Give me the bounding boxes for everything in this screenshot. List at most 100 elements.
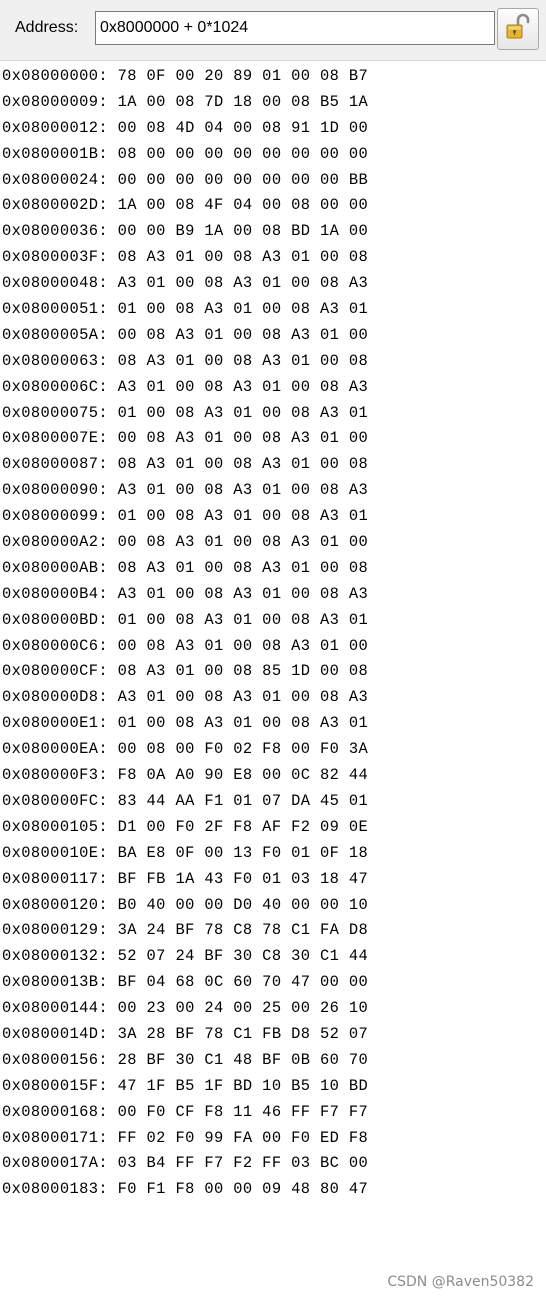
row-bytes: A3 01 00 08 A3 01 00 08 A3: [117, 688, 369, 707]
memory-row: 0x08000009: 1A 00 08 7D 18 00 08 B5 1A: [2, 90, 546, 116]
row-address: 0x08000075:: [2, 403, 108, 422]
row-bytes: 83 44 AA F1 01 07 DA 45 01: [117, 791, 369, 810]
row-address: 0x08000099:: [2, 507, 108, 526]
row-address: 0x08000036:: [2, 222, 108, 241]
row-bytes: A3 01 00 08 A3 01 00 08 A3: [117, 377, 369, 396]
row-bytes: 00 00 00 00 00 00 00 00 BB: [117, 170, 369, 189]
watermark-text: CSDN @Raven50382: [387, 1274, 534, 1290]
row-bytes: BF FB 1A 43 F0 01 03 18 47: [117, 869, 369, 888]
row-address: 0x0800007E:: [2, 429, 108, 448]
memory-row: 0x080000CF: 08 A3 01 00 08 85 1D 00 08: [2, 659, 546, 685]
row-bytes: 00 F0 CF F8 11 46 FF F7 F7: [117, 1102, 369, 1121]
row-address: 0x0800014D:: [2, 1024, 108, 1043]
row-address: 0x08000117:: [2, 869, 108, 888]
row-address: 0x08000144:: [2, 999, 108, 1018]
row-bytes: BA E8 0F 00 13 F0 01 0F 18: [117, 843, 369, 862]
memory-row: 0x0800007E: 00 08 A3 01 00 08 A3 01 00: [2, 426, 546, 452]
row-address: 0x08000171:: [2, 1128, 108, 1147]
row-bytes: 08 00 00 00 00 00 00 00 00: [117, 144, 369, 163]
row-bytes: F8 0A A0 90 E8 00 0C 82 44: [117, 766, 369, 785]
row-address: 0x080000CF:: [2, 662, 108, 681]
memory-row: 0x0800002D: 1A 00 08 4F 04 00 08 00 00: [2, 193, 546, 219]
row-bytes: BF 04 68 0C 60 70 47 00 00: [117, 973, 369, 992]
row-address: 0x0800001B:: [2, 144, 108, 163]
row-address: 0x080000C6:: [2, 636, 108, 655]
row-bytes: 00 08 4D 04 00 08 91 1D 00: [117, 118, 369, 137]
row-bytes: 01 00 08 A3 01 00 08 A3 01: [117, 300, 369, 319]
memory-row: 0x08000063: 08 A3 01 00 08 A3 01 00 08: [2, 349, 546, 375]
row-address: 0x08000048:: [2, 274, 108, 293]
row-bytes: 08 A3 01 00 08 85 1D 00 08: [117, 662, 369, 681]
memory-row: 0x08000090: A3 01 00 08 A3 01 00 08 A3: [2, 478, 546, 504]
memory-row: 0x0800006C: A3 01 00 08 A3 01 00 08 A3: [2, 375, 546, 401]
row-address: 0x08000090:: [2, 481, 108, 500]
memory-row: 0x08000120: B0 40 00 00 D0 40 00 00 10: [2, 893, 546, 919]
memory-row: 0x08000024: 00 00 00 00 00 00 00 00 BB: [2, 168, 546, 194]
row-address: 0x0800017A:: [2, 1154, 108, 1173]
memory-row: 0x0800010E: BA E8 0F 00 13 F0 01 0F 18: [2, 841, 546, 867]
memory-row: 0x08000075: 01 00 08 A3 01 00 08 A3 01: [2, 401, 546, 427]
memory-row: 0x0800003F: 08 A3 01 00 08 A3 01 00 08: [2, 245, 546, 271]
row-address: 0x08000087:: [2, 455, 108, 474]
address-label: Address:: [15, 19, 79, 36]
row-bytes: 78 0F 00 20 89 01 00 08 B7: [117, 67, 369, 85]
memory-row: 0x080000D8: A3 01 00 08 A3 01 00 08 A3: [2, 685, 546, 711]
lock-toggle-button[interactable]: [497, 8, 539, 50]
row-bytes: 08 A3 01 00 08 A3 01 00 08: [117, 351, 369, 370]
row-address: 0x080000A2:: [2, 533, 108, 552]
memory-row: 0x0800017A: 03 B4 FF F7 F2 FF 03 BC 00: [2, 1151, 546, 1177]
memory-row: 0x08000171: FF 02 F0 99 FA 00 F0 ED F8: [2, 1126, 546, 1152]
row-bytes: 08 A3 01 00 08 A3 01 00 08: [117, 455, 369, 474]
row-bytes: A3 01 00 08 A3 01 00 08 A3: [117, 274, 369, 293]
row-bytes: 03 B4 FF F7 F2 FF 03 BC 00: [117, 1154, 369, 1173]
memory-row: 0x08000144: 00 23 00 24 00 25 00 26 10: [2, 996, 546, 1022]
row-address: 0x08000168:: [2, 1102, 108, 1121]
row-bytes: 00 08 A3 01 00 08 A3 01 00: [117, 636, 369, 655]
row-address: 0x08000129:: [2, 921, 108, 940]
memory-row: 0x08000051: 01 00 08 A3 01 00 08 A3 01: [2, 297, 546, 323]
row-address: 0x0800002D:: [2, 196, 108, 215]
row-address: 0x08000132:: [2, 947, 108, 966]
row-bytes: 52 07 24 BF 30 C8 30 C1 44: [117, 947, 369, 966]
memory-row: 0x08000183: F0 F1 F8 00 00 09 48 80 47: [2, 1177, 546, 1203]
memory-row: 0x080000F3: F8 0A A0 90 E8 00 0C 82 44: [2, 763, 546, 789]
row-address: 0x0800006C:: [2, 377, 108, 396]
row-bytes: 01 00 08 A3 01 00 08 A3 01: [117, 610, 369, 629]
memory-row: 0x080000A2: 00 08 A3 01 00 08 A3 01 00: [2, 530, 546, 556]
row-address: 0x0800015F:: [2, 1076, 108, 1095]
row-bytes: A3 01 00 08 A3 01 00 08 A3: [117, 481, 369, 500]
row-bytes: B0 40 00 00 D0 40 00 00 10: [117, 895, 369, 914]
memory-row: 0x0800015F: 47 1F B5 1F BD 10 B5 10 BD: [2, 1074, 546, 1100]
row-address: 0x080000AB:: [2, 558, 108, 577]
row-bytes: D1 00 F0 2F F8 AF F2 09 0E: [117, 817, 369, 836]
row-address: 0x08000012:: [2, 118, 108, 137]
row-bytes: 47 1F B5 1F BD 10 B5 10 BD: [117, 1076, 369, 1095]
row-bytes: 00 23 00 24 00 25 00 26 10: [117, 999, 369, 1018]
memory-row: 0x0800001B: 08 00 00 00 00 00 00 00 00: [2, 142, 546, 168]
address-input[interactable]: [95, 11, 495, 45]
memory-row: 0x0800005A: 00 08 A3 01 00 08 A3 01 00: [2, 323, 546, 349]
row-bytes: 1A 00 08 7D 18 00 08 B5 1A: [117, 92, 369, 111]
memory-row: 0x080000AB: 08 A3 01 00 08 A3 01 00 08: [2, 556, 546, 582]
row-address: 0x080000F3:: [2, 766, 108, 785]
row-bytes: 01 00 08 A3 01 00 08 A3 01: [117, 507, 369, 526]
row-address: 0x08000156:: [2, 1050, 108, 1069]
row-address: 0x080000D8:: [2, 688, 108, 707]
open-padlock-icon: [505, 13, 531, 46]
row-bytes: 08 A3 01 00 08 A3 01 00 08: [117, 558, 369, 577]
memory-row: 0x08000099: 01 00 08 A3 01 00 08 A3 01: [2, 504, 546, 530]
row-address: 0x08000000:: [2, 67, 108, 85]
row-bytes: 00 00 B9 1A 00 08 BD 1A 00: [117, 222, 369, 241]
memory-row: 0x08000156: 28 BF 30 C1 48 BF 0B 60 70: [2, 1048, 546, 1074]
row-bytes: 00 08 A3 01 00 08 A3 01 00: [117, 533, 369, 552]
row-address: 0x080000B4:: [2, 584, 108, 603]
row-address: 0x08000105:: [2, 817, 108, 836]
memory-row: 0x080000C6: 00 08 A3 01 00 08 A3 01 00: [2, 634, 546, 660]
memory-row: 0x080000BD: 01 00 08 A3 01 00 08 A3 01: [2, 608, 546, 634]
memory-row: 0x08000000: 78 0F 00 20 89 01 00 08 B7: [2, 64, 546, 90]
memory-row: 0x08000012: 00 08 4D 04 00 08 91 1D 00: [2, 116, 546, 142]
row-address: 0x080000FC:: [2, 791, 108, 810]
memory-dump-view[interactable]: 0x08000000: 78 0F 00 20 89 01 00 08 B7 0x…: [2, 64, 546, 1203]
row-address: 0x0800003F:: [2, 248, 108, 267]
row-address: 0x0800010E:: [2, 843, 108, 862]
